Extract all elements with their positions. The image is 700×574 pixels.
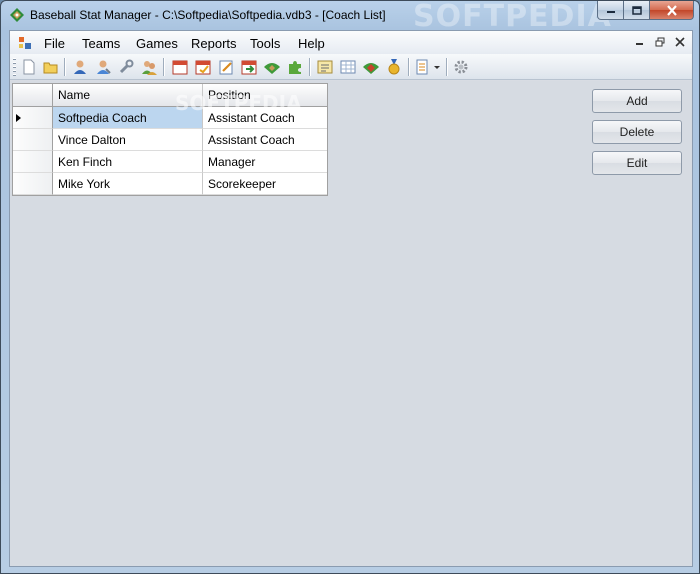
puzzle-icon[interactable] <box>286 58 304 76</box>
wrench-icon[interactable] <box>117 58 135 76</box>
cell-name[interactable]: Vince Dalton <box>53 129 203 151</box>
window-title: Baseball Stat Manager - C:\Softpedia\Sof… <box>30 8 386 22</box>
mdi-minimize-button[interactable] <box>632 35 648 49</box>
coach-list-panel: SOFTPEDIA Name Position Softpedia Coach … <box>10 81 692 566</box>
coach-icon[interactable] <box>71 58 89 76</box>
toolbar <box>10 54 692 80</box>
table-row[interactable]: Softpedia Coach Assistant Coach <box>13 107 327 129</box>
app-window: Baseball Stat Manager - C:\Softpedia\Sof… <box>0 0 700 574</box>
medal-icon[interactable] <box>385 58 403 76</box>
table-row[interactable]: Vince Dalton Assistant Coach <box>13 129 327 151</box>
menu-games[interactable]: Games <box>136 36 178 51</box>
toolbar-separator <box>64 58 65 76</box>
minimize-icon <box>636 43 643 45</box>
game-import-icon[interactable] <box>240 58 258 76</box>
header-corner[interactable] <box>13 84 53 106</box>
menu-bar: File Teams Games Reports Tools Help <box>10 31 692 54</box>
field-red-icon[interactable] <box>362 58 380 76</box>
toolbar-grip[interactable] <box>13 58 16 76</box>
users-icon[interactable] <box>140 58 158 76</box>
cell-position[interactable]: Manager <box>203 151 327 173</box>
baseball-diamond-icon <box>10 8 24 22</box>
maximize-button[interactable] <box>624 1 650 20</box>
title-bar[interactable]: Baseball Stat Manager - C:\Softpedia\Sof… <box>1 1 699 34</box>
maximize-icon <box>631 5 642 15</box>
row-header[interactable] <box>13 173 53 195</box>
add-button[interactable]: Add <box>592 89 682 113</box>
minimize-icon <box>606 11 615 13</box>
row-header[interactable] <box>13 151 53 173</box>
toolbar-separator <box>408 58 409 76</box>
minimize-button[interactable] <box>597 1 624 20</box>
settings-gear-icon[interactable] <box>452 58 470 76</box>
menu-reports[interactable]: Reports <box>191 36 237 51</box>
cell-name[interactable]: Ken Finch <box>53 151 203 173</box>
cell-position[interactable]: Scorekeeper <box>203 173 327 195</box>
column-header-position[interactable]: Position <box>203 84 327 106</box>
mdi-document-icon[interactable] <box>18 36 32 50</box>
table-row[interactable]: Mike York Scorekeeper <box>13 173 327 195</box>
mdi-restore-button[interactable] <box>652 35 668 49</box>
schedule-icon[interactable] <box>194 58 212 76</box>
calendar-icon[interactable] <box>171 58 189 76</box>
grid-header-row: Name Position <box>13 84 327 107</box>
chevron-down-icon[interactable] <box>432 58 442 76</box>
cell-position[interactable]: Assistant Coach <box>203 107 327 129</box>
report-icon[interactable] <box>316 58 334 76</box>
watermark: SOFTPEDIA <box>413 0 612 34</box>
table-row[interactable]: Ken Finch Manager <box>13 151 327 173</box>
client-area: File Teams Games Reports Tools Help SOFT… <box>9 30 693 567</box>
menu-tools[interactable]: Tools <box>250 36 280 51</box>
cell-position[interactable]: Assistant Coach <box>203 129 327 151</box>
edit-button[interactable]: Edit <box>592 151 682 175</box>
menu-help[interactable]: Help <box>298 36 325 51</box>
row-header[interactable] <box>13 107 53 129</box>
delete-button[interactable]: Delete <box>592 120 682 144</box>
open-folder-icon[interactable] <box>42 58 60 76</box>
close-icon <box>666 4 677 16</box>
restore-icon <box>655 37 665 47</box>
field-icon[interactable] <box>263 58 281 76</box>
sheet-icon[interactable] <box>339 58 357 76</box>
edit-note-icon[interactable] <box>217 58 235 76</box>
close-icon <box>675 37 685 47</box>
column-header-name[interactable]: Name <box>53 84 203 106</box>
current-row-icon <box>16 113 21 122</box>
menu-teams[interactable]: Teams <box>82 36 120 51</box>
toolbar-separator <box>446 58 447 76</box>
toolbar-separator <box>163 58 164 76</box>
list-dropdown-icon[interactable] <box>415 58 433 76</box>
cell-name[interactable]: Mike York <box>53 173 203 195</box>
close-button[interactable] <box>650 1 694 20</box>
player-icon[interactable] <box>94 58 112 76</box>
new-file-icon[interactable] <box>20 58 38 76</box>
mdi-close-button[interactable] <box>672 35 688 49</box>
menu-file[interactable]: File <box>44 36 65 51</box>
row-header[interactable] <box>13 129 53 151</box>
coach-grid[interactable]: Name Position Softpedia Coach Assistant … <box>12 83 328 196</box>
toolbar-separator <box>309 58 310 76</box>
cell-name[interactable]: Softpedia Coach <box>53 107 203 129</box>
